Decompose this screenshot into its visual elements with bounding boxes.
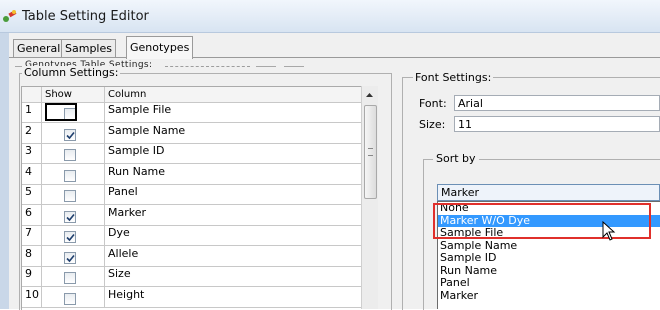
sort-by-legend: Sort by <box>433 152 479 165</box>
column-name-cell: Sample File <box>108 103 172 116</box>
show-cell <box>42 143 105 163</box>
show-cell <box>42 286 105 307</box>
row-number: 8 <box>22 245 42 266</box>
highlight-annotation-box <box>433 203 651 239</box>
header-show[interactable]: Show <box>42 87 105 102</box>
title-bar: Table Setting Editor <box>0 0 660 33</box>
row-number: 5 <box>22 184 42 204</box>
show-checkbox[interactable] <box>64 210 76 223</box>
size-label: Size: <box>419 118 446 131</box>
column-settings-legend: Column Settings: <box>22 66 121 79</box>
sort-option[interactable]: Panel <box>438 277 660 289</box>
table-row[interactable]: 8 Allele <box>22 245 362 267</box>
table-row[interactable]: 5 Panel <box>22 184 362 205</box>
checkmark-icon <box>66 213 75 221</box>
sort-option[interactable]: Marker <box>438 289 660 302</box>
tab-samples[interactable]: Samples <box>61 39 116 58</box>
scrollbar-thumb[interactable] <box>364 105 377 199</box>
checkmark-icon <box>66 254 75 262</box>
font-settings-legend: Font Settings: <box>413 71 494 84</box>
row-number: 6 <box>22 204 42 225</box>
column-settings-table: Show Column 1 Sample File 2 Sample Name 3 Sam… <box>21 86 362 310</box>
table-row[interactable]: 7 Dye <box>22 225 362 246</box>
window-left-edge <box>0 33 9 309</box>
font-label: Font: <box>419 97 447 110</box>
sort-option[interactable]: Sample Name <box>438 239 660 252</box>
table-row[interactable]: 2 Sample Name <box>22 122 362 144</box>
font-field[interactable]: Arial <box>454 95 660 111</box>
row-number: 4 <box>22 163 42 184</box>
header-column[interactable]: Column <box>105 87 362 102</box>
show-cell <box>42 163 105 184</box>
column-name-cell: Size <box>108 267 131 280</box>
column-name-cell: Height <box>108 287 145 301</box>
sort-option[interactable]: Sample ID <box>438 252 660 264</box>
checkmark-icon <box>66 233 75 242</box>
column-name-cell: Marker <box>108 205 147 219</box>
show-cell <box>42 102 105 122</box>
tab-general[interactable]: General <box>13 39 65 58</box>
row-number: 2 <box>22 122 42 143</box>
row-number: 9 <box>22 266 42 286</box>
vertical-scrollbar[interactable] <box>361 86 378 309</box>
show-checkbox[interactable] <box>64 231 76 243</box>
table-row[interactable]: 6 Marker <box>22 204 362 226</box>
tab-strip-border <box>9 57 660 58</box>
row-number: 7 <box>22 225 42 245</box>
show-checkbox[interactable] <box>64 292 76 305</box>
show-cell <box>42 245 105 266</box>
show-checkbox[interactable] <box>64 190 76 202</box>
group-border <box>256 66 276 67</box>
table-header: Show Column <box>22 87 362 103</box>
app-icon <box>3 10 17 22</box>
show-checkbox[interactable] <box>64 251 76 264</box>
cell-focus-border <box>45 103 77 121</box>
scrollbar-grip-icon <box>368 148 373 156</box>
window-title: Table Setting Editor <box>22 9 149 24</box>
table-row[interactable]: 3 Sample ID <box>22 143 362 164</box>
show-cell <box>42 204 105 225</box>
row-number: 10 <box>22 286 42 307</box>
row-number: 3 <box>22 143 42 163</box>
table-row[interactable]: 4 Run Name <box>22 163 362 185</box>
show-checkbox[interactable] <box>64 128 76 141</box>
show-checkbox[interactable] <box>64 272 76 284</box>
show-cell <box>42 184 105 204</box>
group-border <box>284 66 304 67</box>
group-border <box>165 66 250 67</box>
table-row[interactable]: 10 Height <box>22 286 362 308</box>
table-row[interactable]: 1 Sample File <box>22 102 362 123</box>
sort-by-select[interactable]: Marker <box>437 184 660 201</box>
table-row[interactable]: 9 Size <box>22 266 362 287</box>
column-name-cell: Dye <box>108 226 130 239</box>
show-cell <box>42 225 105 245</box>
column-name-cell: Sample Name <box>108 123 186 137</box>
show-checkbox[interactable] <box>64 149 76 161</box>
column-name-cell: Panel <box>108 185 138 198</box>
column-name-cell: Allele <box>108 246 139 260</box>
scroll-up-icon[interactable] <box>364 89 375 101</box>
show-checkbox[interactable] <box>64 169 76 182</box>
row-number: 1 <box>22 102 42 122</box>
column-name-cell: Sample ID <box>108 144 165 157</box>
show-cell <box>42 266 105 286</box>
show-cell <box>42 122 105 143</box>
tab-genotypes[interactable]: Genotypes <box>126 36 194 59</box>
checkmark-icon <box>66 131 75 139</box>
sort-option[interactable]: Run Name <box>438 264 660 277</box>
mouse-cursor-icon <box>602 221 616 241</box>
header-number <box>22 87 42 102</box>
column-name-cell: Run Name <box>108 164 166 178</box>
size-field[interactable]: 11 <box>454 116 660 132</box>
